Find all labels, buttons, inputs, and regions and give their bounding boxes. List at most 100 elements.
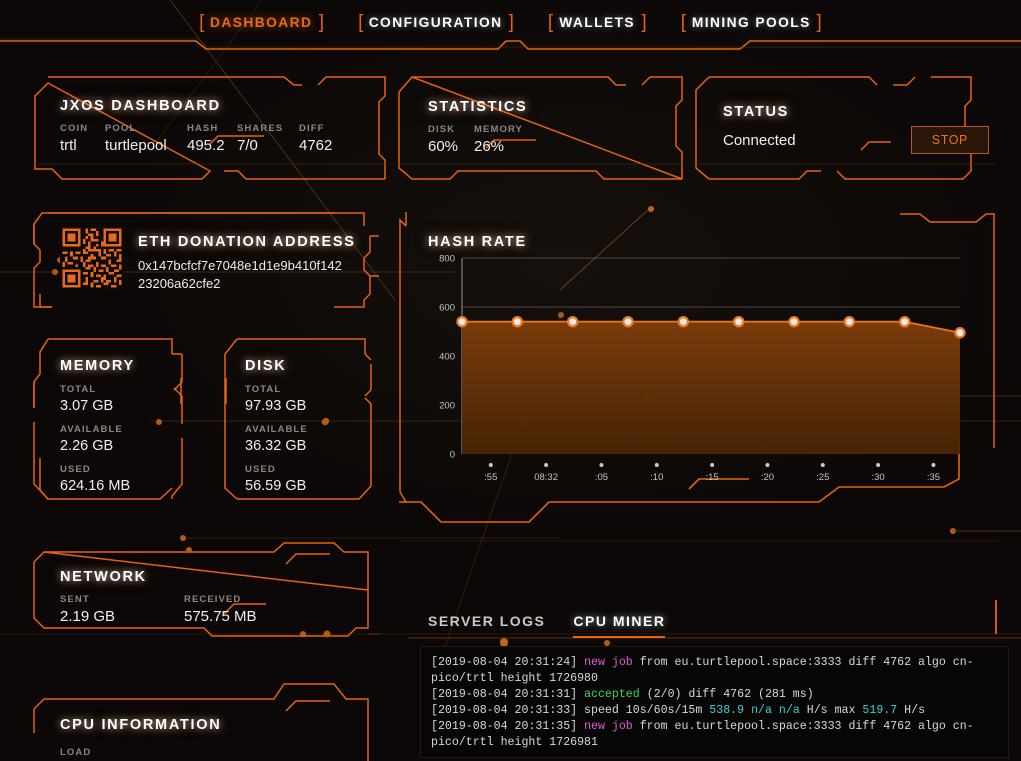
nav-item-dashboard[interactable]: [ DASHBOARD ] bbox=[187, 13, 336, 32]
field-label: MEMORY bbox=[474, 124, 523, 135]
x-tick-label: 08:32 bbox=[534, 472, 558, 483]
y-tick-label: 400 bbox=[439, 352, 455, 363]
field-value: 495.2 bbox=[187, 137, 225, 154]
field-label: DISK bbox=[428, 124, 456, 135]
field-value: 60% bbox=[428, 138, 459, 155]
hash-rate-chart-card: HASH RATE 0 200 400 600 800 :55 08:32 :05 :10 :15… bbox=[399, 212, 999, 542]
nav-item-mining-pools[interactable]: [ MINING POOLS ] bbox=[669, 13, 834, 32]
nav-item-label: WALLETS bbox=[559, 14, 636, 30]
chart-title: HASH RATE bbox=[428, 234, 527, 250]
log-output[interactable]: [2019-08-04 20:31:24] new job from eu.tu… bbox=[420, 646, 1009, 758]
nav-item-label: CONFIGURATION bbox=[369, 14, 503, 30]
field-value: trtl bbox=[60, 137, 77, 154]
statistics-fields: DISK 60% MEMORY 26% bbox=[428, 124, 683, 155]
app-root: [ DASHBOARD ] [ CONFIGURATION ] [ WALLET… bbox=[0, 0, 1021, 761]
x-tick-dot bbox=[765, 463, 770, 467]
field-value: 7/0 bbox=[237, 137, 258, 154]
eth-address[interactable]: 0x147bcfcf7e7048e1d1e9b410f14223206a62cf… bbox=[138, 257, 348, 293]
data-point[interactable] bbox=[566, 315, 579, 328]
data-point[interactable] bbox=[677, 315, 690, 328]
data-point[interactable] bbox=[954, 327, 966, 339]
tab-cpu-miner[interactable]: CPU MINER bbox=[573, 613, 666, 638]
logs-panel: SERVER LOGS CPU MINER [2019-08-04 20:31:… bbox=[408, 600, 1021, 761]
memory-card: MEMORY TOTAL 3.07 GB AVAILABLE 2.26 GB U… bbox=[33, 338, 189, 500]
tab-server-logs[interactable]: SERVER LOGS bbox=[428, 613, 545, 638]
eth-donation-card: ETH DONATION ADDRESS 0x147bcfcf7e7048e1d… bbox=[33, 212, 379, 308]
y-tick-label: 200 bbox=[439, 401, 455, 412]
bracket-right-icon: ] bbox=[816, 11, 822, 33]
nav-item-wallets[interactable]: [ WALLETS ] bbox=[536, 13, 659, 32]
field-value: 4762 bbox=[299, 137, 333, 154]
field-label: POOL bbox=[105, 123, 137, 134]
card-title: ETH DONATION ADDRESS bbox=[138, 234, 356, 250]
card-title: JXOS DASHBOARD bbox=[60, 98, 221, 114]
log-line: [2019-08-04 20:31:33] speed 10s/60s/15m … bbox=[431, 704, 926, 717]
field-label: SENT bbox=[60, 594, 90, 605]
stop-button[interactable]: STOP bbox=[910, 126, 989, 154]
jxos-dashboard-card: JXOS DASHBOARD COIN trtl POOL turtlepool… bbox=[34, 76, 386, 180]
data-point[interactable] bbox=[898, 315, 911, 328]
log-line: [2019-08-04 20:31:24] new job from eu.tu… bbox=[431, 656, 974, 685]
field-label: RECEIVED bbox=[184, 594, 242, 605]
field-diff: DIFF 4762 bbox=[299, 123, 332, 154]
field-available: AVAILABLE 36.32 GB bbox=[245, 424, 379, 454]
field-label: DIFF bbox=[299, 123, 325, 134]
y-tick-label: 600 bbox=[439, 303, 455, 314]
card-title: DISK bbox=[245, 358, 287, 374]
field-coin: COIN trtl bbox=[60, 123, 105, 154]
eth-row: ETH DONATION ADDRESS 0x147bcfcf7e7048e1d… bbox=[60, 224, 379, 293]
x-tick-dot bbox=[931, 463, 936, 467]
field-value: turtlepool bbox=[105, 137, 167, 154]
qr-code[interactable] bbox=[60, 226, 124, 290]
hash-rate-chart[interactable]: 0 200 400 600 800:55 08:32:05:10:15:20:25:30:… bbox=[428, 252, 968, 502]
bracket-left-icon: [ bbox=[199, 11, 205, 33]
x-tick-label: :25 bbox=[816, 472, 829, 483]
network-card: NETWORK SENT 2.19 GB RECEIVED 575.75 MB bbox=[33, 542, 379, 638]
y-tick-label: 0 bbox=[450, 450, 455, 461]
x-tick-label: :55 bbox=[484, 472, 497, 483]
field-value: 624.16 MB bbox=[60, 478, 131, 494]
data-point[interactable] bbox=[843, 315, 856, 328]
x-tick-label: :05 bbox=[595, 472, 608, 483]
data-point[interactable] bbox=[456, 315, 468, 328]
card-title: NETWORK bbox=[60, 569, 147, 585]
x-tick-label: :20 bbox=[761, 472, 774, 483]
x-tick-dot bbox=[710, 463, 715, 467]
data-point[interactable] bbox=[511, 315, 524, 328]
field-pool: POOL turtlepool bbox=[105, 123, 187, 154]
field-label: AVAILABLE bbox=[60, 424, 123, 435]
field-load: LOAD bbox=[60, 747, 379, 758]
log-line: [2019-08-04 20:31:31] accepted (2/0) dif… bbox=[431, 688, 814, 701]
status-value: Connected bbox=[723, 131, 796, 149]
x-tick-dot bbox=[654, 463, 659, 467]
x-tick-label: :10 bbox=[650, 472, 663, 483]
data-point[interactable] bbox=[732, 315, 745, 328]
cpu-information-card: CPU INFORMATION LOAD bbox=[33, 683, 379, 761]
field-value: 56.59 GB bbox=[245, 478, 307, 494]
statistics-card: STATISTICS DISK 60% MEMORY 26% bbox=[398, 76, 683, 180]
data-point[interactable] bbox=[788, 315, 800, 328]
x-tick-dot bbox=[488, 463, 493, 467]
field-label: TOTAL bbox=[245, 384, 282, 395]
field-memory: MEMORY 26% bbox=[474, 124, 523, 155]
nav-item-configuration[interactable]: [ CONFIGURATION ] bbox=[346, 13, 526, 32]
field-value: 97.93 GB bbox=[245, 398, 307, 414]
x-tick-dot bbox=[544, 463, 549, 467]
nav-item-label: MINING POOLS bbox=[691, 14, 811, 30]
data-point[interactable] bbox=[622, 315, 634, 328]
field-label: LOAD bbox=[60, 747, 92, 758]
top-navigation: [ DASHBOARD ] [ CONFIGURATION ] [ WALLET… bbox=[0, 0, 1021, 44]
disk-card: DISK TOTAL 97.93 GB AVAILABLE 36.32 GB U… bbox=[219, 338, 379, 500]
x-tick-label: :15 bbox=[705, 472, 718, 483]
network-fields: SENT 2.19 GB RECEIVED 575.75 MB bbox=[60, 594, 379, 625]
field-used: USED 56.59 GB bbox=[245, 464, 379, 494]
dashboard-fields: COIN trtl POOL turtlepool HASH 495.2 SHA… bbox=[60, 123, 386, 154]
bracket-left-icon: [ bbox=[547, 11, 554, 33]
bracket-right-icon: ] bbox=[641, 11, 647, 33]
status-card: STATUS Connected STOP bbox=[695, 76, 995, 180]
field-value: 575.75 MB bbox=[184, 608, 257, 625]
card-title: STATUS bbox=[723, 104, 790, 120]
bracket-right-icon: ] bbox=[318, 11, 325, 33]
field-value: 2.19 GB bbox=[60, 608, 116, 625]
y-tick-label: 800 bbox=[439, 254, 455, 265]
